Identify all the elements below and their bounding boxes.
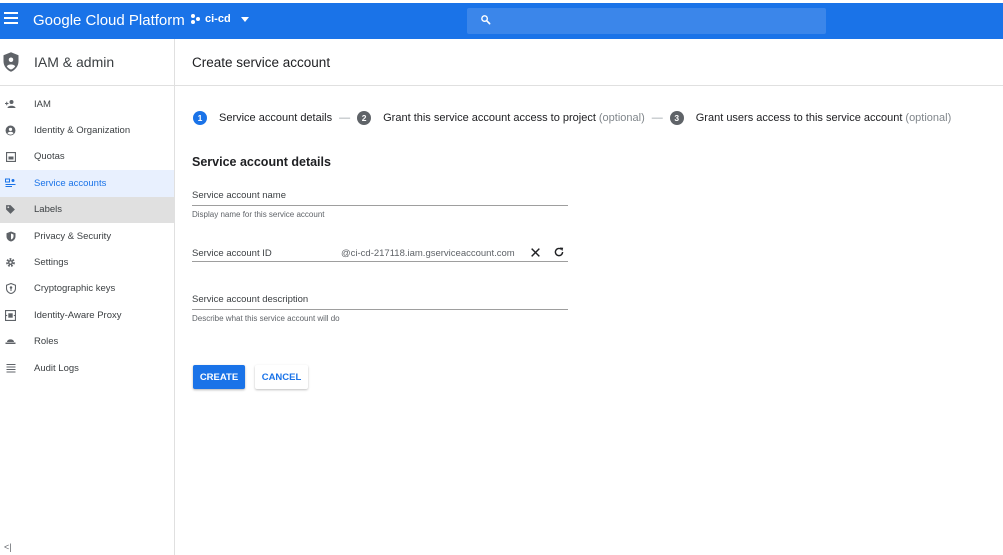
step-label-3[interactable]: Grant users access to this service accou… — [696, 112, 903, 124]
service-account-name-hint: Display name for this service account — [192, 210, 325, 219]
sidebar-item-label: Audit Logs — [34, 362, 79, 374]
collapse-sidebar-button[interactable]: <| — [4, 542, 12, 552]
sidebar-item-identity-organization[interactable]: Identity & Organization — [0, 117, 174, 143]
service-account-description-field[interactable]: Service account description — [192, 294, 568, 310]
page-header: Create service account — [175, 39, 1003, 86]
service-account-description-label: Service account description — [192, 294, 309, 305]
project-name: ci-cd — [205, 13, 231, 25]
step-separator: — — [339, 112, 351, 124]
step-optional-3: (optional) — [905, 112, 952, 124]
section-title: Service account details — [192, 155, 331, 169]
refresh-icon[interactable] — [553, 246, 565, 258]
sidebar-item-label: Service accounts — [34, 177, 107, 189]
sidebar-item-label: IAM — [34, 98, 51, 110]
cancel-button[interactable]: CANCEL — [255, 365, 308, 389]
clear-icon[interactable] — [530, 247, 541, 258]
step-number-3: 3 — [669, 111, 684, 125]
step-optional-2: (optional) — [598, 112, 645, 124]
sidebar-item-settings[interactable]: Settings — [0, 249, 174, 275]
sidebar-item-quotas[interactable]: Quotas — [0, 144, 174, 170]
search-input[interactable] — [467, 8, 826, 34]
service-account-name-label: Service account name — [192, 190, 286, 201]
service-account-icon — [5, 178, 16, 189]
page-title: Create service account — [192, 54, 331, 70]
sidebar-item-label: Settings — [34, 257, 69, 269]
roles-icon — [5, 336, 16, 347]
sidebar: IAM & admin IAM Identity & Organization … — [0, 39, 175, 555]
sidebar-item-identity-aware-proxy[interactable]: Identity-Aware Proxy — [0, 302, 174, 328]
gear-icon — [5, 257, 16, 268]
sidebar-item-label: Quotas — [34, 151, 65, 163]
top-bar: Google Cloud Platform ci-cd — [0, 0, 1003, 39]
sidebar-item-label: Roles — [34, 336, 59, 348]
privacy-icon — [5, 231, 16, 242]
sidebar-item-label: Identity & Organization — [34, 125, 131, 137]
sidebar-item-roles[interactable]: Roles — [0, 329, 174, 355]
sidebar-item-audit-logs[interactable]: Audit Logs — [0, 355, 174, 381]
chevron-down-icon — [240, 16, 249, 22]
label-icon — [5, 204, 16, 215]
stepper: 1 Service account details — 2 Grant this… — [193, 111, 951, 125]
sidebar-item-privacy-security[interactable]: Privacy & Security — [0, 223, 174, 249]
service-account-description-hint: Describe what this service account will … — [192, 314, 340, 323]
service-account-id-suffix: @ci-cd-217118.iam.gserviceaccount.com — [341, 248, 515, 259]
sidebar-header: IAM & admin — [0, 39, 174, 86]
step-label-2[interactable]: Grant this service account access to pro… — [383, 112, 596, 124]
sidebar-item-label: Labels — [34, 204, 62, 216]
step-number-1: 1 — [193, 111, 207, 125]
list-icon — [5, 363, 16, 374]
sidebar-item-label: Privacy & Security — [34, 230, 112, 242]
proxy-icon — [5, 309, 16, 321]
step-separator: — — [651, 112, 663, 124]
project-selector[interactable]: ci-cd — [191, 13, 249, 25]
sidebar-item-service-accounts[interactable]: Service accounts — [0, 170, 174, 197]
search-icon — [481, 15, 491, 25]
sidebar-item-cryptographic-keys[interactable]: Cryptographic keys — [0, 276, 174, 302]
key-shield-icon — [5, 283, 16, 295]
quota-icon — [5, 151, 16, 162]
project-icon — [191, 14, 201, 24]
sidebar-item-label: Identity-Aware Proxy — [34, 309, 122, 321]
shield-icon — [3, 52, 19, 72]
sidebar-item-iam[interactable]: IAM — [0, 91, 174, 117]
sidebar-title: IAM & admin — [34, 54, 115, 70]
sidebar-item-labels[interactable]: Labels — [0, 196, 174, 223]
main-content: Create service account 1 Service account… — [175, 39, 1003, 555]
brand-title[interactable]: Google Cloud Platform — [33, 12, 185, 29]
sidebar-item-label: Cryptographic keys — [34, 283, 116, 295]
create-button[interactable]: CREATE — [193, 365, 245, 389]
account-circle-icon — [5, 125, 16, 136]
menu-icon[interactable] — [4, 12, 18, 24]
service-account-name-field[interactable]: Service account name — [192, 190, 568, 206]
sidebar-nav: IAM Identity & Organization Quotas Servi… — [0, 91, 174, 381]
step-label-1[interactable]: Service account details — [219, 112, 332, 124]
step-number-2: 2 — [357, 111, 372, 125]
add-person-icon — [5, 99, 16, 110]
